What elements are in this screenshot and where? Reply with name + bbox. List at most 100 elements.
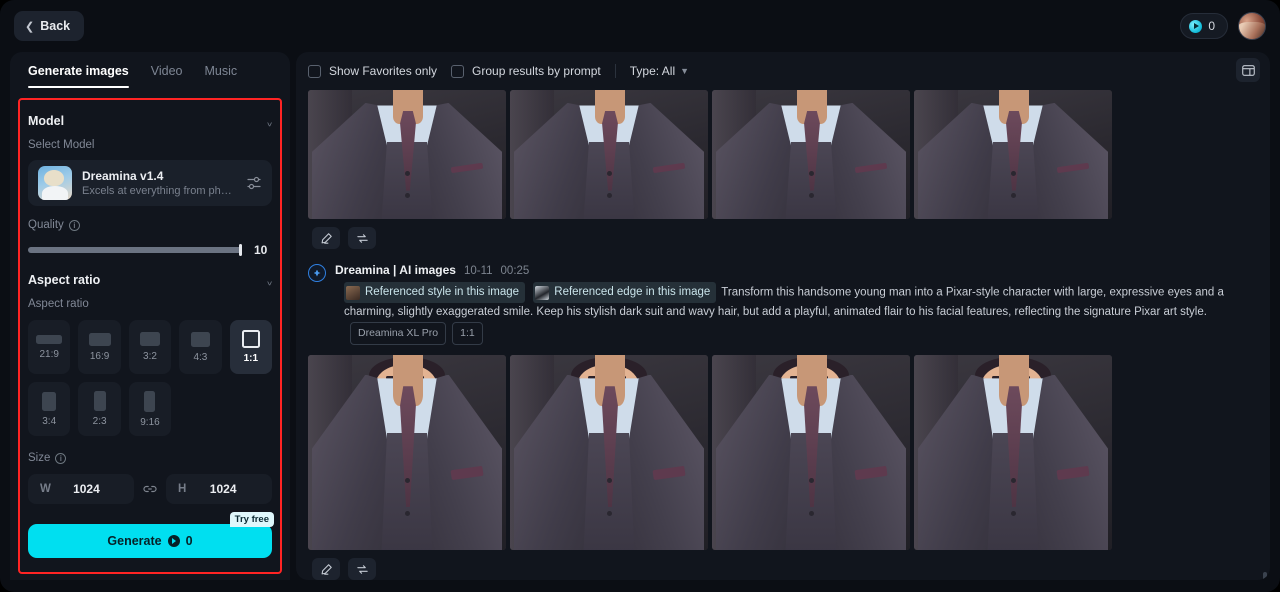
image-row-top [308,90,1258,219]
tab-music[interactable]: Music [205,64,238,88]
aspect-ratio-option-1-1[interactable]: 1:1 [229,320,272,374]
user-avatar[interactable] [1238,12,1266,40]
aspect-ratio-glyph [190,331,210,347]
quality-slider[interactable] [28,244,242,256]
aspect-ratio-option-16-9[interactable]: 16:9 [78,320,121,374]
regenerate-icon[interactable] [348,558,376,580]
chevron-up-icon[interactable]: ^ [267,275,272,286]
link-icon[interactable] [142,482,158,496]
generated-image-thumbnail[interactable] [914,355,1112,550]
generate-area: Try free Generate 0 [28,512,274,558]
generated-image-thumbnail[interactable] [712,355,910,550]
quality-slider-row: 10 [28,243,272,257]
aspect-ratio-label: 3:2 [143,351,157,362]
checkbox-icon [308,64,321,78]
model-name: Dreamina v1.4 [82,169,164,183]
aspect-ratio-option-3-4[interactable]: 3:4 [28,382,71,436]
generated-image-art [712,355,910,550]
generated-image-art [914,355,1112,550]
prompt-text-block: Referenced style in this image Reference… [335,282,1258,345]
group-results-label: Group results by prompt [472,64,601,78]
quality-label: Quality [28,219,64,231]
quality-value: 10 [254,243,268,257]
result-title-row: Dreamina | AI images 10-11 00:25 [335,263,1258,277]
result-title: Dreamina | AI images [335,263,456,277]
height-key: H [178,483,187,495]
aspect-ratio-option-2-3[interactable]: 2:3 [78,382,121,436]
generated-image-thumbnail[interactable] [510,355,708,550]
aspect-ratio-option-21-9[interactable]: 21:9 [28,320,71,374]
generate-cost: 0 [185,534,193,548]
results-panel: Show Favorites only Group results by pro… [296,52,1270,580]
result-date: 10-11 [463,265,493,277]
generated-image-thumbnail[interactable] [308,355,506,550]
chevron-left-icon: ❮ [25,20,35,33]
tab-label: Music [204,64,238,78]
aspect-ratio-label: 4:3 [193,351,208,363]
chevron-up-icon[interactable]: ^ [267,116,272,127]
edit-pencil-icon[interactable] [312,227,340,249]
model-section-header[interactable]: Model ^ [28,114,272,128]
app-window: ❮ Back 0 Generate images Video Music Mod… [0,0,1280,592]
tab-bar: Generate images Video Music [10,52,290,88]
generated-image-thumbnail[interactable] [510,90,708,219]
group-results-checkbox[interactable]: Group results by prompt [451,64,601,78]
aspect-section-header[interactable]: Aspect ratio ^ [28,273,272,287]
info-icon[interactable]: i [55,452,67,464]
info-icon[interactable]: i [68,219,80,231]
settings-panel: Model ^ Select Model Dreamina v1.4 Excel… [10,98,290,580]
model-card[interactable]: Dreamina v1.4 Excels at everything from … [28,160,272,206]
model-description: Excels at everything from photoreali... [82,185,236,197]
generated-image-art [712,90,910,219]
size-row: W 1024 H 1024 [28,474,272,504]
model-section-title: Model [28,114,65,128]
toolbar-divider [614,64,616,78]
tab-generate-images[interactable]: Generate images [28,64,129,88]
show-favorites-checkbox[interactable]: Show Favorites only [308,64,437,78]
results-feed: Dreamina | AI images 10-11 00:25 Referen… [296,90,1270,580]
aspect-ratio-option-9-16[interactable]: 9:16 [128,382,172,436]
credits-badge[interactable]: 0 [1180,13,1228,39]
generated-image-thumbnail[interactable] [308,90,506,219]
height-value: 1024 [209,482,237,496]
height-input[interactable]: H 1024 [166,474,272,504]
size-label: Size [28,452,51,464]
type-filter-dropdown[interactable]: Type: All ▼ [630,64,689,78]
width-input[interactable]: W 1024 [28,474,134,504]
tab-video[interactable]: Video [151,64,183,88]
generated-image-art [510,355,708,550]
select-model-label: Select Model [28,139,95,151]
checkbox-icon [451,64,465,78]
image-row-result [308,355,1258,550]
quality-slider-fill [28,247,242,253]
edit-pencil-icon[interactable] [312,558,340,580]
generated-image-thumbnail[interactable] [712,90,910,219]
aspect-ratio-label: 1:1 [243,353,259,364]
ref-edge-thumb [535,285,550,300]
ref-chip-style[interactable]: Referenced style in this image [344,282,526,303]
top-right-group: 0 [1180,12,1266,40]
generated-image-art [308,355,506,550]
back-button[interactable]: ❮ Back [14,11,85,41]
sliders-icon[interactable] [246,176,262,190]
aspect-ratio-label: 21:9 [39,348,59,360]
aspect-ratio-grid: 21:9 16:9 3:2 4:3 1:1 3:4 2:3 9:16 [28,320,272,436]
tab-label: Video [150,64,183,78]
quality-slider-handle[interactable] [239,244,242,256]
aspect-ratio-label: Aspect ratio [28,298,89,310]
layout-panel-icon[interactable] [1236,58,1260,82]
tab-label: Generate images [28,64,129,78]
generated-image-thumbnail[interactable] [914,90,1112,219]
aspect-ratio-option-4-3[interactable]: 4:3 [179,320,222,374]
aspect-ratio-option-3-2[interactable]: 3:2 [128,320,172,374]
chevron-down-icon: ▼ [680,66,690,76]
width-value: 1024 [73,482,100,496]
ref-chip-edge[interactable]: Referenced edge in this image [533,282,717,303]
credits-value: 0 [1208,19,1215,33]
vertical-scrollbar[interactable] [1263,572,1267,580]
aspect-ratio-glyph [241,330,260,348]
show-favorites-label: Show Favorites only [329,64,438,78]
result-header: Dreamina | AI images 10-11 00:25 Referen… [308,263,1258,345]
generate-button[interactable]: Generate 0 [28,524,272,558]
regenerate-icon[interactable] [348,227,376,249]
